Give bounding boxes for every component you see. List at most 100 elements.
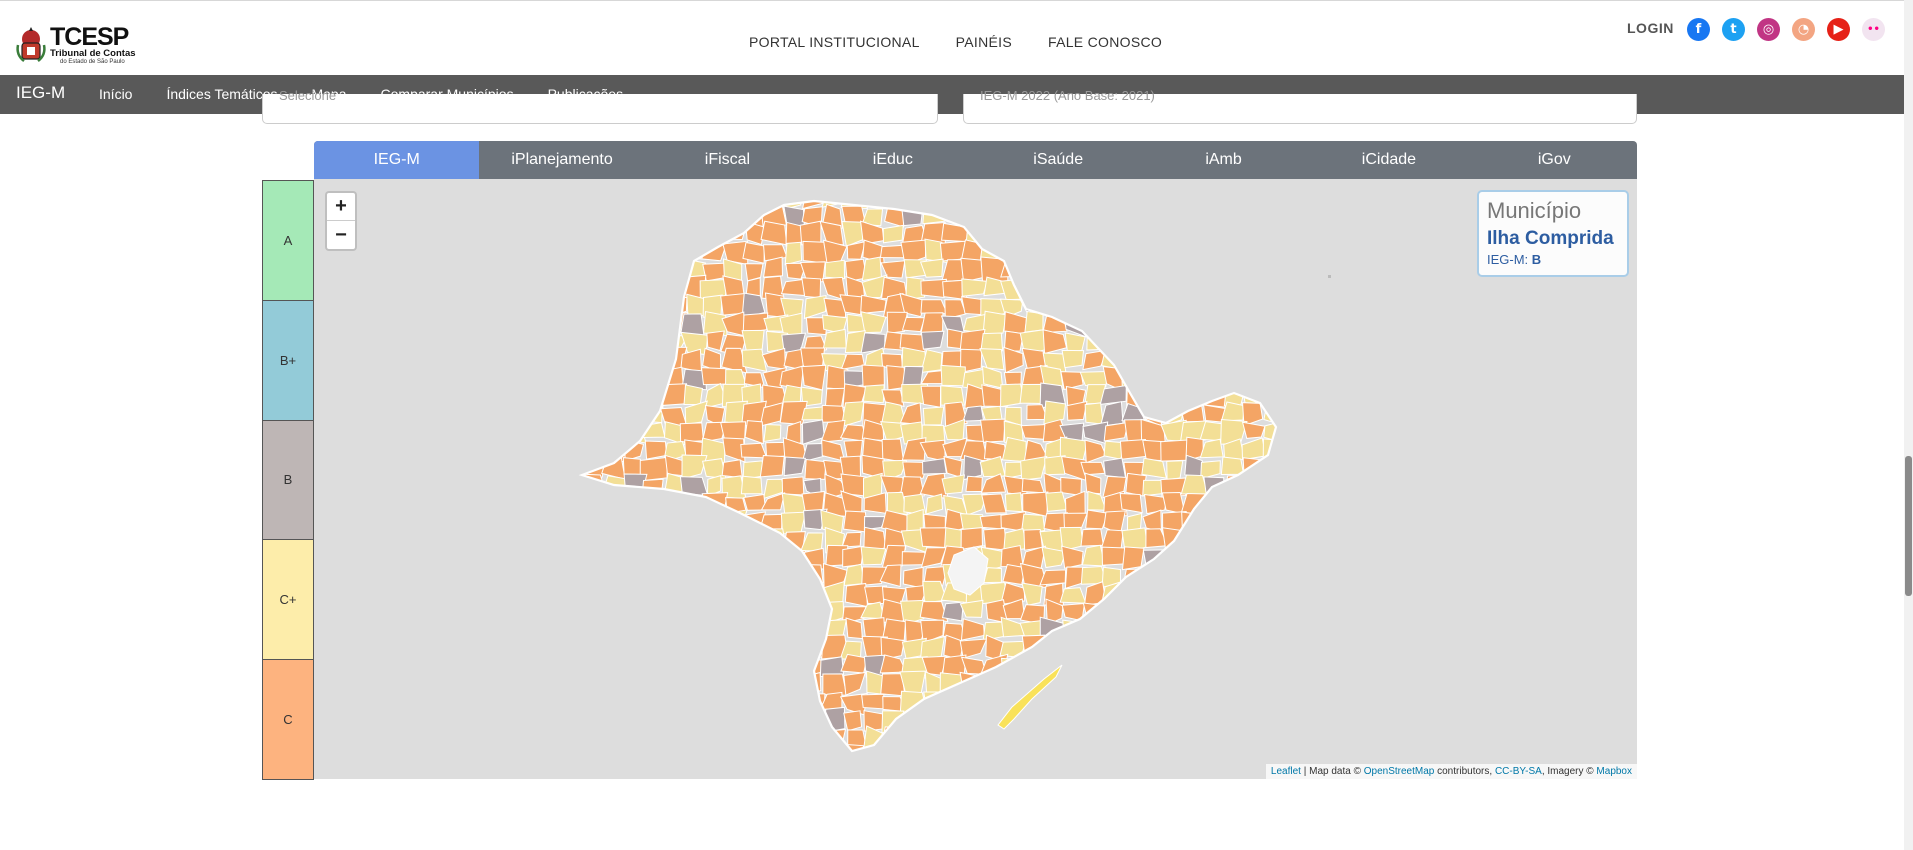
municipality-polygon[interactable] [679, 422, 705, 443]
municipality-polygon[interactable] [567, 693, 582, 708]
municipality-polygon[interactable] [1180, 598, 1208, 622]
municipality-polygon[interactable] [1144, 634, 1167, 661]
municipality-polygon[interactable] [1202, 688, 1228, 712]
municipality-polygon[interactable] [1060, 203, 1084, 228]
municipality-polygon[interactable] [683, 746, 706, 766]
municipality-polygon[interactable] [1000, 726, 1029, 751]
municipality-polygon[interactable] [1224, 763, 1244, 779]
municipality-polygon[interactable] [1220, 581, 1248, 602]
municipality-polygon[interactable] [780, 616, 807, 641]
municipality-polygon[interactable] [1181, 274, 1206, 297]
municipality-polygon[interactable] [1100, 599, 1125, 619]
municipality-polygon[interactable] [981, 690, 1008, 713]
municipality-polygon[interactable] [745, 725, 768, 751]
municipality-polygon[interactable] [941, 693, 966, 715]
municipality-polygon[interactable] [584, 347, 607, 371]
municipality-polygon[interactable] [582, 440, 605, 459]
municipality-polygon[interactable] [743, 711, 764, 732]
municipality-polygon[interactable] [1201, 652, 1226, 678]
municipality-polygon[interactable] [1120, 298, 1147, 320]
municipality-polygon[interactable] [1140, 728, 1168, 750]
municipality-polygon[interactable] [1261, 239, 1284, 263]
municipality-polygon[interactable] [1220, 369, 1245, 389]
ilha-comprida-highlight[interactable] [997, 664, 1063, 730]
municipality-polygon[interactable] [582, 275, 608, 299]
municipality-polygon[interactable] [1060, 476, 1082, 497]
municipality-polygon[interactable] [1221, 564, 1248, 589]
municipality-polygon[interactable] [999, 278, 1029, 301]
municipality-polygon[interactable] [560, 477, 588, 497]
municipality-polygon[interactable] [1060, 371, 1084, 391]
municipality-polygon[interactable] [581, 403, 606, 426]
municipality-polygon[interactable] [620, 423, 647, 444]
municipality-polygon[interactable] [641, 689, 663, 712]
municipality-polygon[interactable] [586, 707, 609, 732]
municipality-polygon[interactable] [561, 745, 584, 768]
choropleth-map[interactable]: + − Município Ilha Comprida IEG-M: B Lea… [314, 179, 1637, 779]
municipality-polygon[interactable] [1201, 206, 1228, 229]
municipality-polygon[interactable] [1100, 333, 1125, 354]
municipality-polygon[interactable] [1221, 529, 1242, 553]
municipality-polygon[interactable] [1101, 622, 1129, 642]
municipality-polygon[interactable] [1203, 763, 1227, 779]
municipality-polygon[interactable] [621, 768, 641, 779]
municipality-polygon[interactable] [1201, 724, 1228, 751]
municipality-polygon[interactable] [1280, 495, 1306, 511]
municipality-polygon[interactable] [1203, 582, 1228, 608]
municipality-polygon[interactable] [562, 769, 584, 779]
municipality-polygon[interactable] [901, 764, 923, 779]
municipality-polygon[interactable] [1185, 620, 1208, 638]
municipality-polygon[interactable] [660, 550, 687, 572]
municipality-polygon[interactable] [1062, 619, 1088, 643]
municipality-polygon[interactable] [1001, 188, 1024, 212]
municipality-polygon[interactable] [1102, 707, 1127, 729]
municipality-polygon[interactable] [1200, 460, 1221, 480]
municipality-polygon[interactable] [562, 190, 589, 210]
municipality-polygon[interactable] [639, 712, 663, 732]
nav-portal-institucional[interactable]: PORTAL INSTITUCIONAL [749, 34, 920, 50]
municipality-polygon[interactable] [722, 583, 745, 607]
municipality-polygon[interactable] [1221, 707, 1246, 728]
municipality-polygon[interactable] [1261, 260, 1284, 284]
municipality-polygon[interactable] [621, 603, 646, 623]
municipality-polygon[interactable] [1124, 224, 1144, 248]
municipality-polygon[interactable] [582, 240, 607, 265]
municipality-polygon[interactable] [580, 510, 606, 531]
municipality-polygon[interactable] [1260, 636, 1281, 658]
municipality-polygon[interactable] [1220, 636, 1247, 661]
municipality-polygon[interactable] [1164, 746, 1183, 768]
municipality-polygon[interactable] [925, 725, 947, 750]
municipality-polygon[interactable] [1260, 190, 1288, 211]
municipality-polygon[interactable] [1242, 332, 1269, 356]
municipality-polygon[interactable] [601, 238, 629, 265]
municipality-polygon[interactable] [1222, 728, 1249, 751]
navbar-item-indices-tematicos[interactable]: Índices Temáticos [166, 86, 277, 102]
municipality-polygon[interactable] [600, 421, 629, 440]
municipality-polygon[interactable] [601, 673, 627, 694]
municipality-polygon[interactable] [1264, 275, 1285, 297]
municipality-polygon[interactable] [1064, 189, 1086, 210]
municipality-polygon[interactable] [723, 531, 748, 553]
municipality-polygon[interactable] [1123, 619, 1149, 639]
municipality-polygon[interactable] [564, 659, 589, 678]
municipality-polygon[interactable] [564, 637, 581, 656]
municipality-polygon[interactable] [564, 567, 582, 583]
municipality-polygon[interactable] [660, 727, 688, 748]
municipality-polygon[interactable] [601, 347, 628, 372]
cc-by-sa-link[interactable]: CC-BY-SA [1495, 766, 1542, 777]
municipality-polygon[interactable] [582, 621, 606, 640]
municipality-polygon[interactable] [1259, 582, 1285, 607]
municipality-polygon[interactable] [681, 598, 708, 621]
municipality-polygon[interactable] [939, 672, 965, 698]
municipality-polygon[interactable] [679, 204, 704, 225]
municipality-polygon[interactable] [1245, 472, 1266, 497]
municipality-polygon[interactable] [1261, 224, 1286, 246]
municipality-polygon[interactable] [1000, 209, 1026, 229]
municipality-polygon[interactable] [599, 298, 625, 318]
municipality-polygon[interactable] [700, 367, 729, 386]
municipality-polygon[interactable] [820, 419, 846, 443]
municipality-polygon[interactable] [1182, 726, 1209, 749]
municipality-polygon[interactable] [942, 761, 965, 779]
municipality-polygon[interactable] [580, 693, 608, 714]
municipality-polygon[interactable] [1141, 258, 1168, 284]
